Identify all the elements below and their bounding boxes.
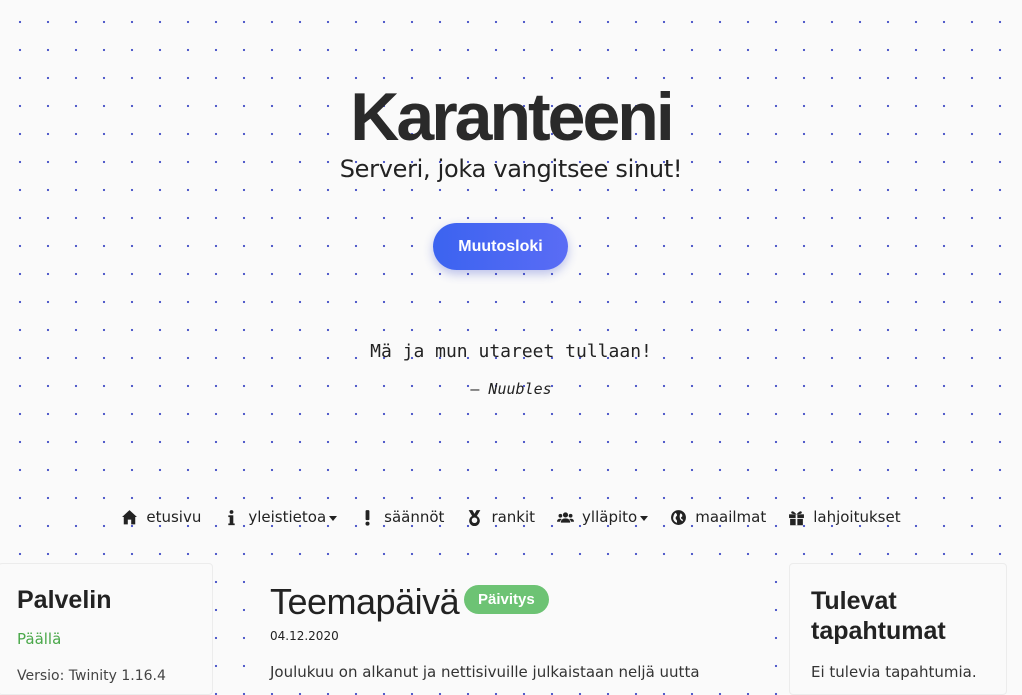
post-excerpt: Joulukuu on alkanut ja nettisivuille jul… — [270, 663, 700, 681]
events-title-line2: tapahtumat — [811, 617, 946, 645]
nav-item-maailmat[interactable]: maailmat — [659, 506, 777, 528]
site-subtitle: Serveri, joka vangitsee sinut! — [339, 155, 683, 183]
post-category-badge: Päivitys — [464, 585, 549, 614]
server-version-text: Versio: Twinity 1.16.4 — [17, 668, 166, 684]
nav-item-saannot[interactable]: säännöt — [348, 506, 455, 528]
post-date: 04.12.2020 — [270, 629, 339, 643]
info-icon — [228, 509, 236, 525]
nav-item-yleistietoa[interactable]: yleistietoa — [212, 506, 348, 528]
users-icon — [557, 511, 575, 523]
nav-label: ylläpito — [582, 508, 638, 526]
events-title-line1: Tulevat — [811, 587, 897, 615]
nav-label: lahjoitukset — [813, 508, 901, 526]
nav-label: yleistietoa — [248, 508, 327, 526]
medal-icon — [469, 509, 481, 526]
nav-label: säännöt — [384, 508, 445, 526]
nav-item-etusivu[interactable]: etusivu — [110, 506, 212, 528]
home-icon — [122, 509, 138, 524]
nav-item-lahjoitukset[interactable]: lahjoitukset — [777, 506, 911, 528]
main-nav: etusivu yleistietoa säännöt rankit ylläp… — [0, 506, 1022, 528]
chevron-down-icon — [329, 515, 338, 521]
server-status-card: Palvelin Päällä Versio: Twinity 1.16.4 — [0, 563, 213, 695]
nav-label: maailmat — [695, 508, 767, 526]
events-empty-text: Ei tulevia tapahtumia. — [811, 663, 977, 681]
changelog-button[interactable]: Muutosloki — [433, 223, 568, 270]
post-title[interactable]: Teemapäivä — [270, 581, 460, 623]
quote-dash: – — [470, 380, 489, 398]
quote-text: Mä ja mun utareet tullaan! — [370, 341, 652, 362]
globe-icon — [671, 509, 687, 525]
exclamation-icon — [365, 509, 370, 526]
quote-author: – Nuubles — [0, 380, 1022, 398]
events-card-title: Tulevat tapahtumat — [811, 586, 946, 646]
hero-section: Karanteeni Serveri, joka vangitsee sinut… — [0, 0, 1022, 500]
nav-label: etusivu — [146, 508, 202, 526]
server-status-text: Päällä — [17, 630, 62, 648]
site-title: Karanteeni — [350, 79, 674, 155]
quote-author-name: Nuubles — [488, 380, 552, 398]
upcoming-events-card: Tulevat tapahtumat Ei tulevia tapahtumia. — [789, 563, 1007, 695]
chevron-down-icon — [640, 515, 649, 521]
nav-label: rankit — [491, 508, 536, 526]
gift-icon — [789, 510, 805, 525]
news-post-card: Teemapäivä Päivitys 04.12.2020 Joulukuu … — [245, 563, 753, 693]
nav-item-yllapito[interactable]: ylläpito — [546, 506, 659, 528]
nav-item-rankit[interactable]: rankit — [455, 506, 546, 528]
server-card-title: Palvelin — [17, 586, 112, 614]
